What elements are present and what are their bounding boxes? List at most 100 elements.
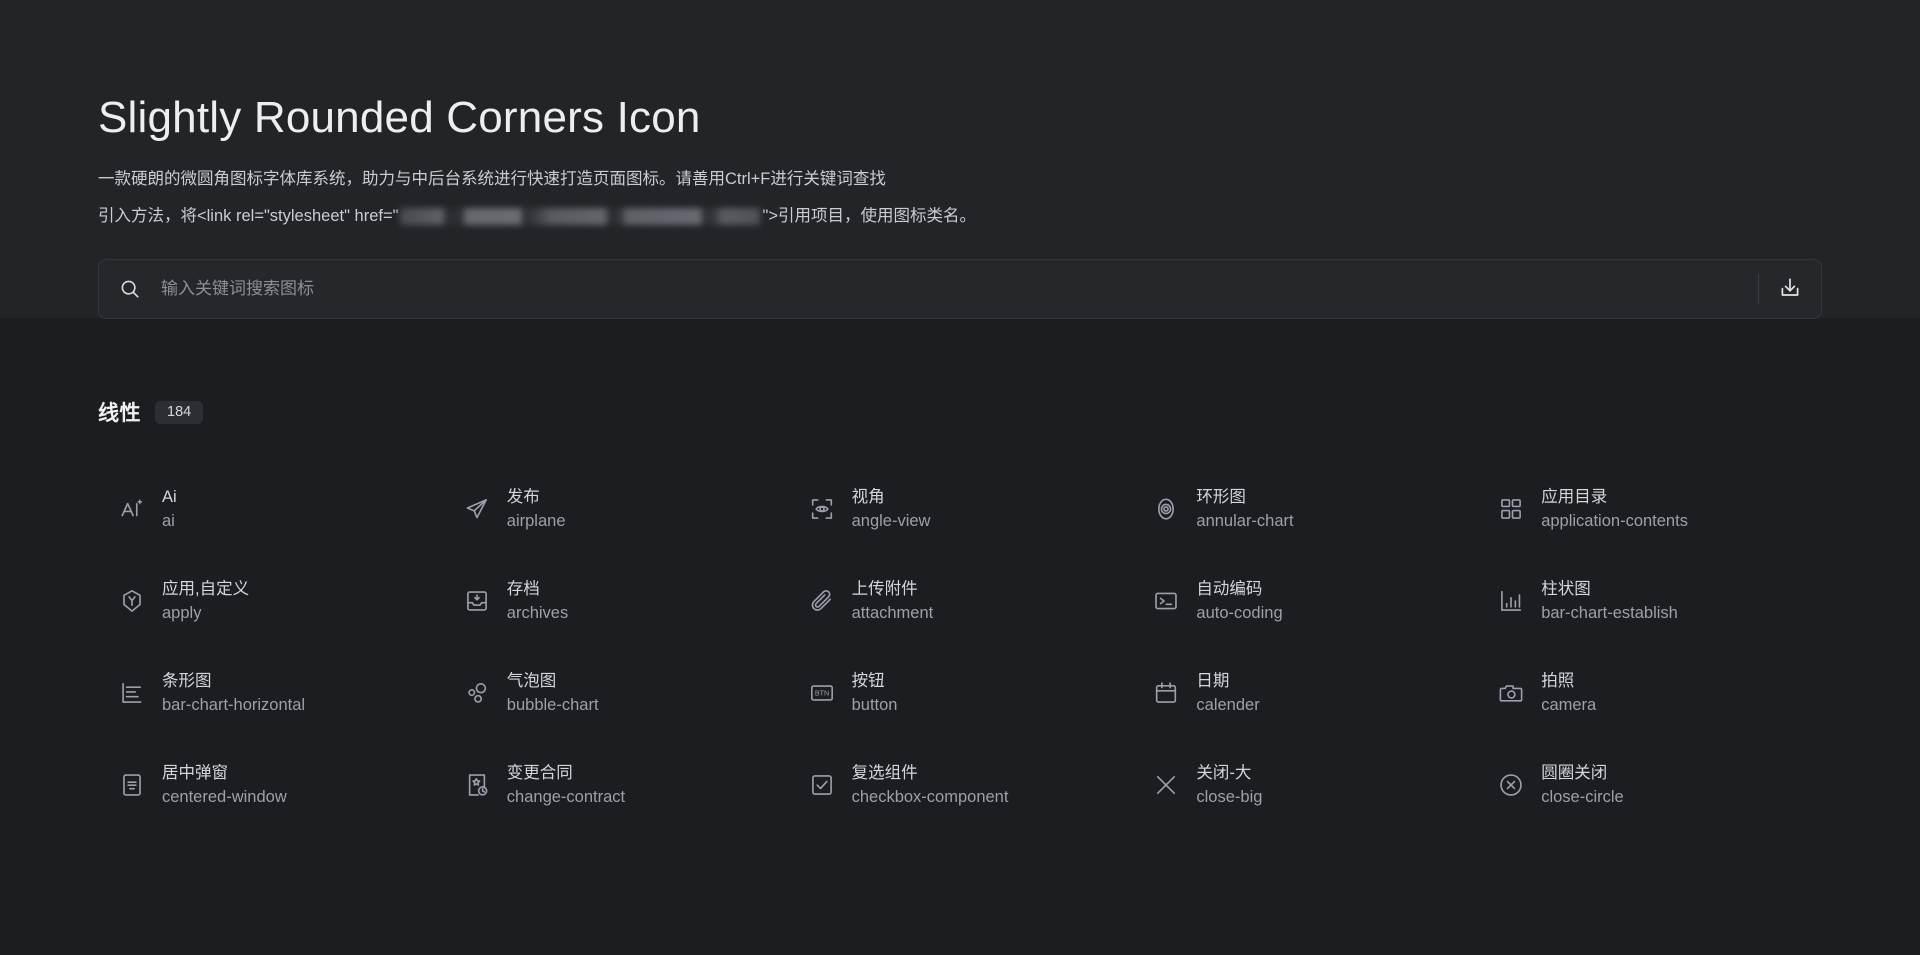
icon-labels: 拍照 camera [1541, 671, 1596, 716]
camera-icon [1497, 679, 1525, 707]
icon-label-en: close-circle [1541, 788, 1624, 807]
icon-label-en: annular-chart [1196, 512, 1294, 531]
icon-cell-auto-coding[interactable]: 自动编码 auto-coding [1132, 555, 1477, 647]
section-title: 线性 [98, 402, 141, 426]
icon-label-en: button [851, 696, 898, 715]
icon-labels: 居中弹窗 centered-window [162, 763, 287, 808]
icon-label-en: bar-chart-horizontal [162, 696, 306, 715]
icon-labels: 柱状图 bar-chart-establish [1541, 579, 1678, 624]
icon-labels: 变更合同 change-contract [507, 763, 625, 808]
icon-label-en: bubble-chart [506, 696, 599, 715]
icon-cell-calender[interactable]: 日期 calender [1132, 647, 1477, 739]
icon-cell-change-contract[interactable]: 变更合同 change-contract [443, 739, 788, 831]
icon-label-cn: 圆圈关闭 [1541, 763, 1608, 782]
icon-label-en: change-contract [506, 788, 626, 807]
icon-label-cn: 日期 [1196, 671, 1230, 690]
icon-label-cn: 自动编码 [1196, 579, 1263, 598]
icon-label-en: camera [1541, 696, 1597, 715]
redacted-url [400, 208, 761, 226]
icon-labels: 视角 angle-view [852, 487, 931, 532]
icon-cell-attachment[interactable]: 上传附件 attachment [788, 555, 1133, 647]
icon-cell-bar-chart-horizontal[interactable]: 条形图 bar-chart-horizontal [98, 647, 443, 739]
archive-box-icon [463, 587, 491, 615]
icon-labels: 关闭-大 close-big [1196, 763, 1262, 808]
icon-label-cn: 气泡图 [506, 671, 557, 690]
page-title: Slightly Rounded Corners Icon [98, 93, 701, 142]
icon-cell-application-contents[interactable]: 应用目录 application-contents [1477, 463, 1822, 555]
icon-labels: 环形图 annular-chart [1196, 487, 1293, 532]
icon-cell-close-big[interactable]: 关闭-大 close-big [1132, 739, 1477, 831]
icon-labels: 应用,自定义 apply [162, 579, 249, 624]
close-big-icon [1152, 771, 1180, 799]
icon-label-en: apply [162, 604, 202, 623]
icon-label-cn: 变更合同 [506, 763, 573, 782]
icon-cell-bubble-chart[interactable]: 气泡图 bubble-chart [443, 647, 788, 739]
grid-squares-icon [1497, 495, 1525, 523]
download-button[interactable] [1759, 260, 1821, 318]
icon-label-en: application-contents [1541, 512, 1688, 531]
link-snippet-suffix: ">引用项目，使用图标类名。 [762, 206, 976, 225]
download-icon [1778, 276, 1802, 303]
search-icon [99, 278, 161, 300]
paper-plane-icon [463, 495, 491, 523]
icon-label-cn: 按钮 [851, 671, 885, 690]
icon-labels: Ai ai [162, 487, 177, 532]
icon-labels: 发布 airplane [507, 487, 566, 532]
icon-grid: Ai ai 发布 airplane 视角 angle-view 环形图 annular-cha… [98, 463, 1822, 831]
bar-chart-horizontal-icon [118, 679, 146, 707]
page-description-line2: 引入方法，将<link rel="stylesheet" href=" ">引用… [98, 204, 1822, 230]
icon-label-cn: 关闭-大 [1196, 763, 1252, 782]
icon-label-cn: Ai [162, 487, 177, 506]
eye-viewfinder-icon [808, 495, 836, 523]
icon-cell-checkbox-component[interactable]: 复选组件 checkbox-component [788, 739, 1133, 831]
icon-labels: 复选组件 checkbox-component [852, 763, 1009, 808]
icon-label-en: ai [162, 512, 175, 531]
icon-label-en: airplane [506, 512, 566, 531]
icon-cell-airplane[interactable]: 发布 airplane [443, 463, 788, 555]
icon-cell-camera[interactable]: 拍照 camera [1477, 647, 1822, 739]
checkbox-icon [808, 771, 836, 799]
page-content: Slightly Rounded Corners Icon 一款硬朗的微圆角图标… [0, 0, 1920, 831]
icon-cell-apply[interactable]: 应用,自定义 apply [98, 555, 443, 647]
icon-cell-close-circle[interactable]: 圆圈关闭 close-circle [1477, 739, 1822, 831]
icon-label-cn: 环形图 [1196, 487, 1246, 506]
page-description-line1: 一款硬朗的微圆角图标字体库系统，助力与中后台系统进行快速打造页面图标。请善用Ct… [98, 170, 886, 189]
bubble-chart-icon [463, 679, 491, 707]
icon-label-cn: 应用,自定义 [162, 579, 250, 598]
icon-label-cn: 上传附件 [851, 579, 918, 598]
search-bar[interactable] [98, 259, 1822, 320]
icon-library-page: Slightly Rounded Corners Icon 一款硬朗的微圆角图标… [0, 0, 1920, 955]
icon-label-en: attachment [851, 604, 934, 623]
search-input[interactable] [161, 260, 1758, 319]
icon-label-cn: 存档 [506, 579, 540, 598]
icon-label-cn: 发布 [506, 487, 540, 506]
icon-label-en: calender [1196, 696, 1260, 715]
icon-label-cn: 视角 [851, 487, 885, 506]
calendar-icon [1152, 679, 1180, 707]
section-count-badge: 184 [155, 400, 204, 425]
icon-labels: 按钮 button [852, 671, 898, 716]
centered-window-icon [118, 771, 146, 799]
icon-labels: 自动编码 auto-coding [1196, 579, 1282, 624]
icon-label-en: auto-coding [1196, 604, 1283, 623]
icon-cell-annular-chart[interactable]: 环形图 annular-chart [1132, 463, 1477, 555]
icon-label-en: checkbox-component [851, 788, 1009, 807]
icon-cell-ai[interactable]: Ai ai [98, 463, 443, 555]
icon-label-cn: 柱状图 [1541, 579, 1591, 598]
icon-labels: 存档 archives [507, 579, 568, 624]
icon-cell-button[interactable]: BTN 按钮 button [788, 647, 1133, 739]
icon-cell-bar-chart-establish[interactable]: 柱状图 bar-chart-establish [1477, 555, 1822, 647]
icon-labels: 气泡图 bubble-chart [507, 671, 599, 716]
bar-chart-icon [1497, 587, 1525, 615]
paperclip-icon [808, 587, 836, 615]
icon-labels: 上传附件 attachment [852, 579, 934, 624]
icon-cell-centered-window[interactable]: 居中弹窗 centered-window [98, 739, 443, 831]
close-circle-icon [1497, 771, 1525, 799]
icon-cell-archives[interactable]: 存档 archives [443, 555, 788, 647]
icon-label-en: bar-chart-establish [1541, 604, 1678, 623]
icon-label-cn: 复选组件 [851, 763, 918, 782]
change-contract-icon [463, 771, 491, 799]
icon-cell-angle-view[interactable]: 视角 angle-view [788, 463, 1133, 555]
icon-labels: 圆圈关闭 close-circle [1541, 763, 1624, 808]
link-snippet-prefix: 引入方法，将<link rel="stylesheet" href=" [98, 206, 399, 225]
